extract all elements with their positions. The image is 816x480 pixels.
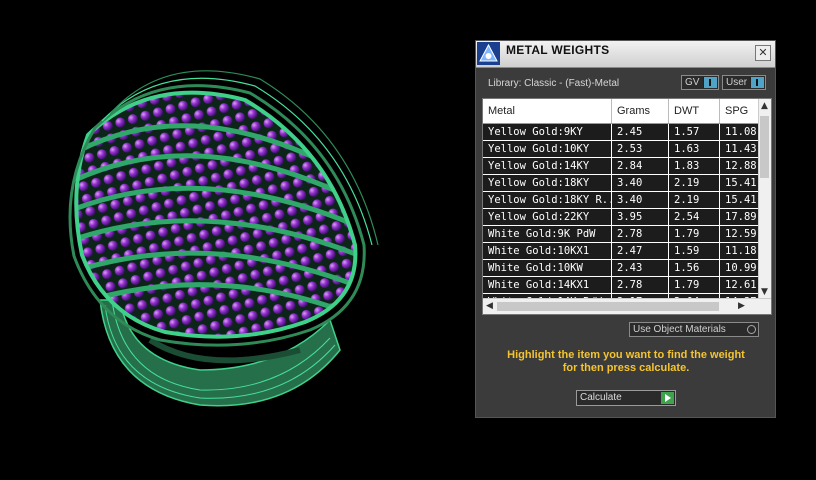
- panel-titlebar[interactable]: METAL WEIGHTS ✕: [476, 41, 775, 68]
- cell-spg: 10.99: [720, 260, 760, 276]
- library-label: Library: Classic - (Fast)-Metal: [488, 78, 620, 89]
- metal-weights-table[interactable]: Metal Grams DWT SPG Yellow Gold:9KY 2.45 1…: [482, 98, 772, 315]
- user-toggle[interactable]: User: [722, 75, 766, 90]
- vertical-scroll-thumb[interactable]: [760, 116, 769, 178]
- 3d-viewport[interactable]: [0, 0, 470, 480]
- cell-dwt: 1.83: [669, 158, 720, 174]
- cell-spg: 11.08: [720, 124, 760, 140]
- app-logo-icon: [477, 42, 500, 65]
- cell-spg: 12.88: [720, 158, 760, 174]
- table-row[interactable]: White Gold:10KW 2.43 1.56 10.99: [483, 260, 760, 277]
- cell-grams: 2.45: [612, 124, 669, 140]
- table-row[interactable]: Yellow Gold:14KY 2.84 1.83 12.88: [483, 158, 760, 175]
- cell-spg: 11.18: [720, 243, 760, 259]
- gv-toggle[interactable]: GV: [681, 75, 719, 90]
- cell-grams: 2.84: [612, 158, 669, 174]
- table-row[interactable]: Yellow Gold:18KY 3.40 2.19 15.41: [483, 175, 760, 192]
- gv-toggle-label: GV: [685, 77, 700, 88]
- horizontal-scroll-thumb[interactable]: [497, 302, 719, 311]
- cell-metal: Yellow Gold:14KY: [483, 158, 612, 174]
- cell-grams: 2.78: [612, 226, 669, 242]
- table-row[interactable]: White Gold:14KX1 2.78 1.79 12.61: [483, 277, 760, 294]
- table-body: Yellow Gold:9KY 2.45 1.57 11.08 Yellow Gold:…: [483, 124, 760, 311]
- cell-grams: 3.40: [612, 192, 669, 208]
- cell-spg: 12.61: [720, 277, 760, 293]
- cell-dwt: 1.59: [669, 243, 720, 259]
- scroll-down-icon[interactable]: ▼: [761, 287, 768, 297]
- cell-dwt: 2.19: [669, 175, 720, 191]
- cell-grams: 2.43: [612, 260, 669, 276]
- cell-spg: 17.89: [720, 209, 760, 225]
- user-toggle-label: User: [726, 77, 748, 88]
- cell-metal: White Gold:9K PdW: [483, 226, 612, 242]
- vertical-scrollbar[interactable]: ▲ ▼: [758, 99, 771, 299]
- table-row[interactable]: Yellow Gold:22KY 3.95 2.54 17.89: [483, 209, 760, 226]
- cell-dwt: 1.56: [669, 260, 720, 276]
- cell-spg: 12.59: [720, 226, 760, 242]
- horizontal-scrollbar[interactable]: ◀ ▶: [483, 298, 771, 314]
- cell-metal: Yellow Gold:18KY: [483, 175, 612, 191]
- play-icon: [661, 392, 674, 404]
- table-row[interactable]: Yellow Gold:18KY R... 3.40 2.19 15.41: [483, 192, 760, 209]
- table-header: Metal Grams DWT SPG: [483, 99, 760, 124]
- cell-dwt: 1.63: [669, 141, 720, 157]
- cell-metal: Yellow Gold:22KY: [483, 209, 612, 225]
- cell-spg: 15.41: [720, 175, 760, 191]
- instruction-text: Highlight the item you want to find the …: [486, 349, 766, 375]
- instruction-line-2: for then press calculate.: [562, 362, 690, 374]
- cell-metal: Yellow Gold:9KY: [483, 124, 612, 140]
- toggle-switch-icon: [750, 77, 764, 88]
- cell-grams: 3.95: [612, 209, 669, 225]
- table-row[interactable]: Yellow Gold:9KY 2.45 1.57 11.08: [483, 124, 760, 141]
- close-button[interactable]: ✕: [755, 45, 771, 61]
- cell-metal: Yellow Gold:18KY R...: [483, 192, 612, 208]
- cell-spg: 15.41: [720, 192, 760, 208]
- table-row[interactable]: White Gold:9K PdW 2.78 1.79 12.59: [483, 226, 760, 243]
- column-header-grams[interactable]: Grams: [612, 99, 669, 123]
- cell-dwt: 1.79: [669, 226, 720, 242]
- table-row[interactable]: Yellow Gold:10KY 2.53 1.63 11.43: [483, 141, 760, 158]
- use-object-materials-label: Use Object Materials: [633, 324, 726, 335]
- scroll-left-icon[interactable]: ◀: [486, 301, 493, 311]
- cell-dwt: 1.79: [669, 277, 720, 293]
- calculate-button[interactable]: Calculate: [576, 390, 676, 406]
- cell-dwt: 1.57: [669, 124, 720, 140]
- cell-dwt: 2.19: [669, 192, 720, 208]
- scroll-up-icon[interactable]: ▲: [761, 101, 768, 111]
- toggle-switch-icon: [703, 77, 717, 88]
- column-header-metal[interactable]: Metal: [483, 99, 612, 123]
- cell-spg: 11.43: [720, 141, 760, 157]
- cell-grams: 3.40: [612, 175, 669, 191]
- cell-grams: 2.53: [612, 141, 669, 157]
- metal-weights-panel: METAL WEIGHTS ✕ Library: Classic - (Fast…: [475, 40, 776, 418]
- use-object-materials-option[interactable]: Use Object Materials: [629, 322, 759, 337]
- column-header-dwt[interactable]: DWT: [669, 99, 720, 123]
- calculate-label: Calculate: [580, 392, 622, 403]
- cell-dwt: 2.54: [669, 209, 720, 225]
- cell-metal: Yellow Gold:10KY: [483, 141, 612, 157]
- cell-metal: White Gold:10KX1: [483, 243, 612, 259]
- cell-metal: White Gold:14KX1: [483, 277, 612, 293]
- cell-metal: White Gold:10KW: [483, 260, 612, 276]
- radio-icon[interactable]: [747, 325, 756, 334]
- scroll-right-icon[interactable]: ▶: [738, 301, 745, 311]
- panel-title: METAL WEIGHTS: [506, 43, 610, 57]
- table-row[interactable]: White Gold:10KX1 2.47 1.59 11.18: [483, 243, 760, 260]
- instruction-line-1: Highlight the item you want to find the …: [507, 349, 745, 361]
- cell-grams: 2.78: [612, 277, 669, 293]
- cell-grams: 2.47: [612, 243, 669, 259]
- column-header-spg[interactable]: SPG: [720, 99, 760, 123]
